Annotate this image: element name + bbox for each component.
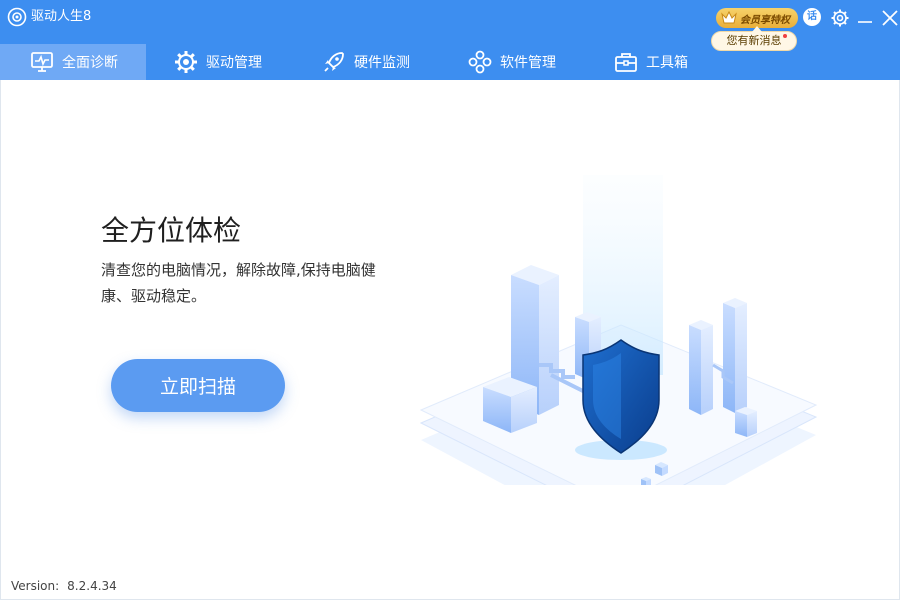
vip-crown-icon [721, 10, 737, 24]
tab-label: 软件管理 [500, 55, 556, 71]
tab-toolbox[interactable]: 工具箱 [586, 44, 736, 80]
unread-dot [783, 34, 787, 38]
tab-hardware-monitor[interactable]: 硬件监测 [294, 44, 440, 80]
page-title: 全方位体检 [101, 214, 242, 247]
tab-full-diagnosis[interactable]: 全面诊断 [0, 44, 146, 80]
new-message-label: 您有新消息 [726, 34, 782, 47]
start-scan-button[interactable]: 立即扫描 [111, 359, 285, 412]
main-content: 全方位体检 清查您的电脑情况，解除故障,保持电脑健康、驱动稳定。 立即扫描 Ve… [0, 80, 900, 600]
tab-label: 驱动管理 [206, 55, 262, 71]
vip-badge[interactable]: 会员享特权 [716, 8, 798, 28]
feedback-glyph: 话 [803, 8, 821, 26]
tab-driver-management[interactable]: 驱动管理 [146, 44, 294, 80]
version-info: Version: 8.2.4.34 [11, 579, 117, 593]
page-description: 清查您的电脑情况，解除故障,保持电脑健康、驱动稳定。 [101, 261, 376, 305]
settings-gear-icon[interactable] [830, 8, 850, 28]
tab-label: 硬件监测 [354, 55, 410, 71]
version-value: 8.2.4.34 [67, 579, 117, 593]
rocket-icon [324, 52, 344, 72]
app-title: 驱动人生8 [31, 9, 92, 24]
tab-label: 全面诊断 [62, 55, 118, 71]
monitor-pulse-icon [31, 52, 53, 72]
new-message-bubble[interactable]: 您有新消息 [711, 26, 797, 51]
version-label: Version: [11, 579, 60, 593]
gear-icon [175, 51, 197, 73]
security-city-illustration [419, 175, 818, 485]
tab-label: 工具箱 [646, 55, 688, 71]
tab-software-management[interactable]: 软件管理 [440, 44, 586, 80]
app-logo-icon [7, 7, 27, 27]
apps-icon [468, 50, 492, 74]
vip-label: 会员享特权 [740, 14, 790, 26]
close-icon[interactable] [880, 8, 900, 28]
toolbox-icon [615, 53, 637, 72]
feedback-icon[interactable]: 话 [803, 8, 823, 28]
minimize-icon[interactable] [855, 8, 875, 28]
